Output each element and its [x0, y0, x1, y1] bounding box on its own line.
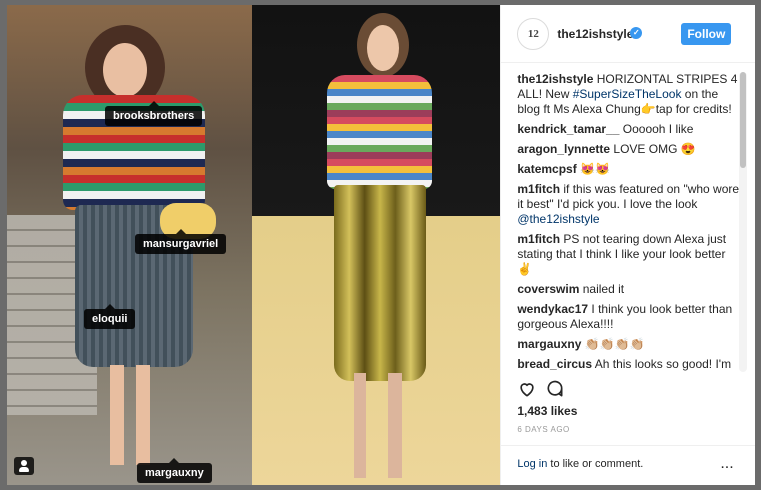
- comment-item: m1fitch PS not tearing down Alexa just s…: [517, 232, 739, 277]
- verified-badge-icon: ✓: [630, 27, 643, 39]
- left-legs: [110, 365, 150, 465]
- instagram-embed: brooksbrothers mansurgavriel eloquii mar…: [0, 0, 761, 490]
- caption-hashtag[interactable]: #SuperSizeTheLook: [573, 87, 682, 101]
- comment-username[interactable]: kendrick_tamar__: [517, 122, 619, 136]
- login-link[interactable]: Log in: [517, 458, 547, 470]
- likes-count[interactable]: 1,483 likes: [517, 404, 577, 418]
- more-options-icon[interactable]: ...: [720, 455, 733, 473]
- right-striped-sweater: [327, 75, 432, 189]
- post-header: 12 the12ishstyle ✓ Follow: [501, 5, 756, 63]
- post-username[interactable]: the12ishstyle: [557, 27, 633, 41]
- comment-item: kendrick_tamar__ Oooooh I like: [517, 122, 739, 137]
- post-sidebar: 12 the12ishstyle ✓ Follow the12ishstyle …: [500, 5, 756, 486]
- right-metallic-skirt: [334, 185, 426, 381]
- comments-scrollbar[interactable]: [739, 72, 748, 372]
- comment-text: 👏🏼👏🏼👏🏼👏🏼: [584, 337, 645, 351]
- post-card: brooksbrothers mansurgavriel eloquii mar…: [7, 5, 756, 486]
- post-footer: Log in to like or comment. ...: [501, 445, 756, 486]
- caption: the12ishstyle HORIZONTAL STRIPES 4 ALL! …: [517, 72, 739, 117]
- comment-username[interactable]: aragon_lynnette: [517, 142, 610, 156]
- user-tag-icon[interactable]: [14, 457, 34, 475]
- left-face: [103, 43, 147, 97]
- comment-username[interactable]: bread_circus: [517, 357, 592, 371]
- scrollbar-thumb[interactable]: [740, 72, 747, 168]
- comment-text: LOVE OMG 😍: [613, 142, 696, 156]
- follow-button[interactable]: Follow: [681, 23, 732, 45]
- profile-avatar[interactable]: 12: [517, 18, 550, 50]
- caption-username[interactable]: the12ishstyle: [517, 72, 593, 86]
- comment-item: katemcpsf 😻😻: [517, 162, 739, 177]
- comment-username[interactable]: katemcpsf: [517, 162, 576, 176]
- comment-username[interactable]: coverswim: [517, 282, 579, 296]
- comment-username[interactable]: wendykac17: [517, 302, 588, 316]
- right-face: [367, 25, 399, 71]
- photo-tag-eloquii[interactable]: eloquii: [84, 304, 136, 329]
- post-time: 6 DAYS AGO: [517, 425, 570, 434]
- photo-tag-mansurgavriel[interactable]: mansurgavriel: [135, 229, 227, 254]
- comment-text: 😻😻: [580, 162, 610, 176]
- comment-item: wendykac17 I think you look better than …: [517, 302, 739, 332]
- photo-tag-margauxny[interactable]: margauxny: [137, 458, 212, 483]
- comment-username[interactable]: m1fitch: [517, 232, 560, 246]
- login-prompt: Log in to like or comment.: [517, 458, 643, 470]
- comment-username[interactable]: m1fitch: [517, 182, 560, 196]
- comment-icon[interactable]: [545, 379, 565, 399]
- comment-text: Oooooh I like: [622, 122, 694, 136]
- comment-mention[interactable]: @the12ishstyle: [517, 212, 599, 226]
- comment-item: margauxny 👏🏼👏🏼👏🏼👏🏼: [517, 337, 739, 352]
- comment-item: m1fitch if this was featured on "who wor…: [517, 182, 739, 227]
- photo-tag-brooksbrothers[interactable]: brooksbrothers: [105, 101, 203, 126]
- comment-item: aragon_lynnette LOVE OMG 😍: [517, 142, 739, 157]
- login-text: to like or comment.: [547, 458, 644, 470]
- comment-item: coverswim nailed it: [517, 282, 739, 297]
- right-model: [322, 13, 437, 478]
- post-actions: [517, 379, 577, 401]
- comment-username[interactable]: margauxny: [517, 337, 581, 351]
- comment-item: bread_circus Ah this looks so good! I'm …: [517, 357, 739, 372]
- comment-text: nailed it: [582, 282, 625, 296]
- right-legs: [354, 373, 402, 478]
- post-photo[interactable]: brooksbrothers mansurgavriel eloquii mar…: [7, 5, 501, 485]
- heart-icon[interactable]: [517, 379, 537, 399]
- comments-list[interactable]: the12ishstyle HORIZONTAL STRIPES 4 ALL! …: [517, 72, 739, 372]
